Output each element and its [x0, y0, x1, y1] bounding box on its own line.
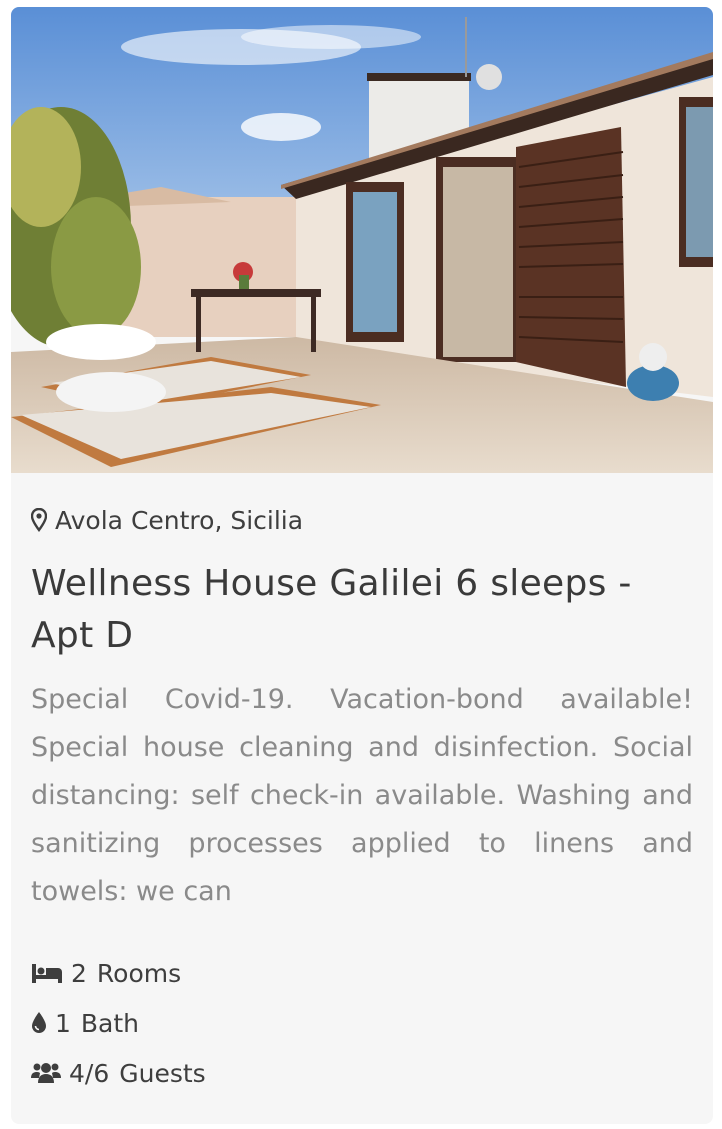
rooms-label: Rooms	[96, 958, 182, 988]
feature-bath: 1 Bath	[31, 998, 693, 1048]
bed-icon	[31, 962, 63, 984]
listing-location: Avola Centro, Sicilia	[31, 504, 693, 536]
map-marker-icon	[31, 508, 47, 532]
droplet-icon	[31, 1011, 47, 1035]
baths-count: 1	[55, 1008, 71, 1038]
feature-rooms: 2 Rooms	[31, 948, 693, 998]
listing-photo[interactable]	[11, 7, 713, 473]
baths-label: Bath	[80, 1008, 140, 1038]
rooms-count: 2	[71, 958, 87, 988]
listing-card[interactable]: Avola Centro, Sicilia Wellness House Gal…	[11, 7, 713, 1124]
users-icon	[31, 1062, 61, 1084]
listing-features: 2 Rooms 1 Bath 4/6 Guests	[31, 948, 693, 1098]
listing-title[interactable]: Wellness House Galilei 6 sleeps - Apt D	[31, 558, 693, 662]
feature-guests: 4/6 Guests	[31, 1048, 693, 1098]
guests-label: Guests	[119, 1058, 206, 1088]
guests-count: 4/6	[69, 1058, 110, 1088]
location-text: Avola Centro, Sicilia	[55, 505, 304, 535]
listing-description: Special Covid-19. Vacation-bond availabl…	[31, 684, 693, 907]
